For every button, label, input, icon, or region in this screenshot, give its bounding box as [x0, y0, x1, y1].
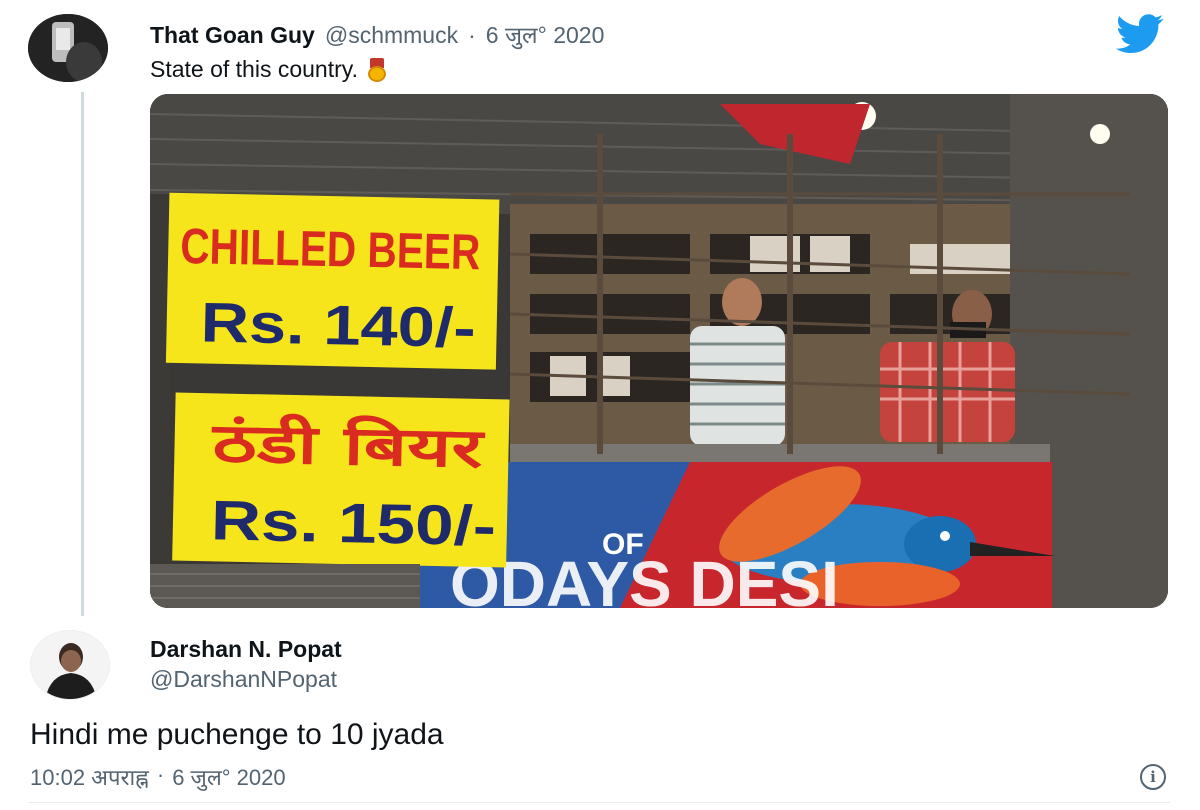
- tweet-text: State of this country.: [150, 56, 388, 83]
- tweet-text-body: State of this country.: [150, 56, 358, 82]
- tweet-header: That Goan Guy @schmmuck · 6 जुल° 2020: [150, 18, 604, 48]
- thread-connector-line: [81, 92, 84, 616]
- medal-emoji-icon: [366, 57, 388, 82]
- sign-english-line2: Rs. 140/-: [200, 290, 476, 359]
- reply-author-avatar[interactable]: [30, 630, 110, 700]
- meta-separator: ·: [468, 22, 476, 48]
- info-icon-glyph: i: [1150, 768, 1156, 786]
- sign-hindi-line2: Rs. 150/-: [210, 488, 496, 557]
- tweet-embed: That Goan Guy @schmmuck · 6 जुल° 2020 St…: [0, 0, 1200, 810]
- reply-time[interactable]: 10:02 अपराह्न: [30, 762, 149, 792]
- sign-english-line1: CHILLED BEER: [180, 218, 481, 280]
- sign-hindi-line1: ठंडी बियर: [211, 411, 486, 480]
- author-avatar[interactable]: [28, 14, 108, 82]
- tweet-date[interactable]: 6 जुल° 2020: [486, 18, 605, 50]
- reply-author-handle[interactable]: @DarshanNPopat: [150, 666, 337, 693]
- author-handle[interactable]: @schmmuck: [325, 22, 458, 49]
- banner-text-large: ODAYS DESI: [450, 548, 839, 608]
- info-icon[interactable]: i: [1140, 764, 1166, 790]
- divider: [28, 802, 1170, 803]
- twitter-bird-icon[interactable]: [1112, 14, 1168, 54]
- reply-author-name[interactable]: Darshan N. Popat: [150, 636, 342, 663]
- meta-separator: ·: [156, 762, 165, 787]
- reply-date[interactable]: 6 जुल° 2020: [172, 762, 285, 792]
- author-name[interactable]: That Goan Guy: [150, 22, 315, 49]
- reply-timestamp[interactable]: 10:02 अपराह्न · 6 जुल° 2020: [30, 762, 286, 792]
- reply-text: Hindi me puchenge to 10 jyada: [30, 718, 444, 751]
- tweet-photo[interactable]: OF ODAYS DESI CHILLED BEER Rs. 140/- ठंड…: [150, 94, 1168, 608]
